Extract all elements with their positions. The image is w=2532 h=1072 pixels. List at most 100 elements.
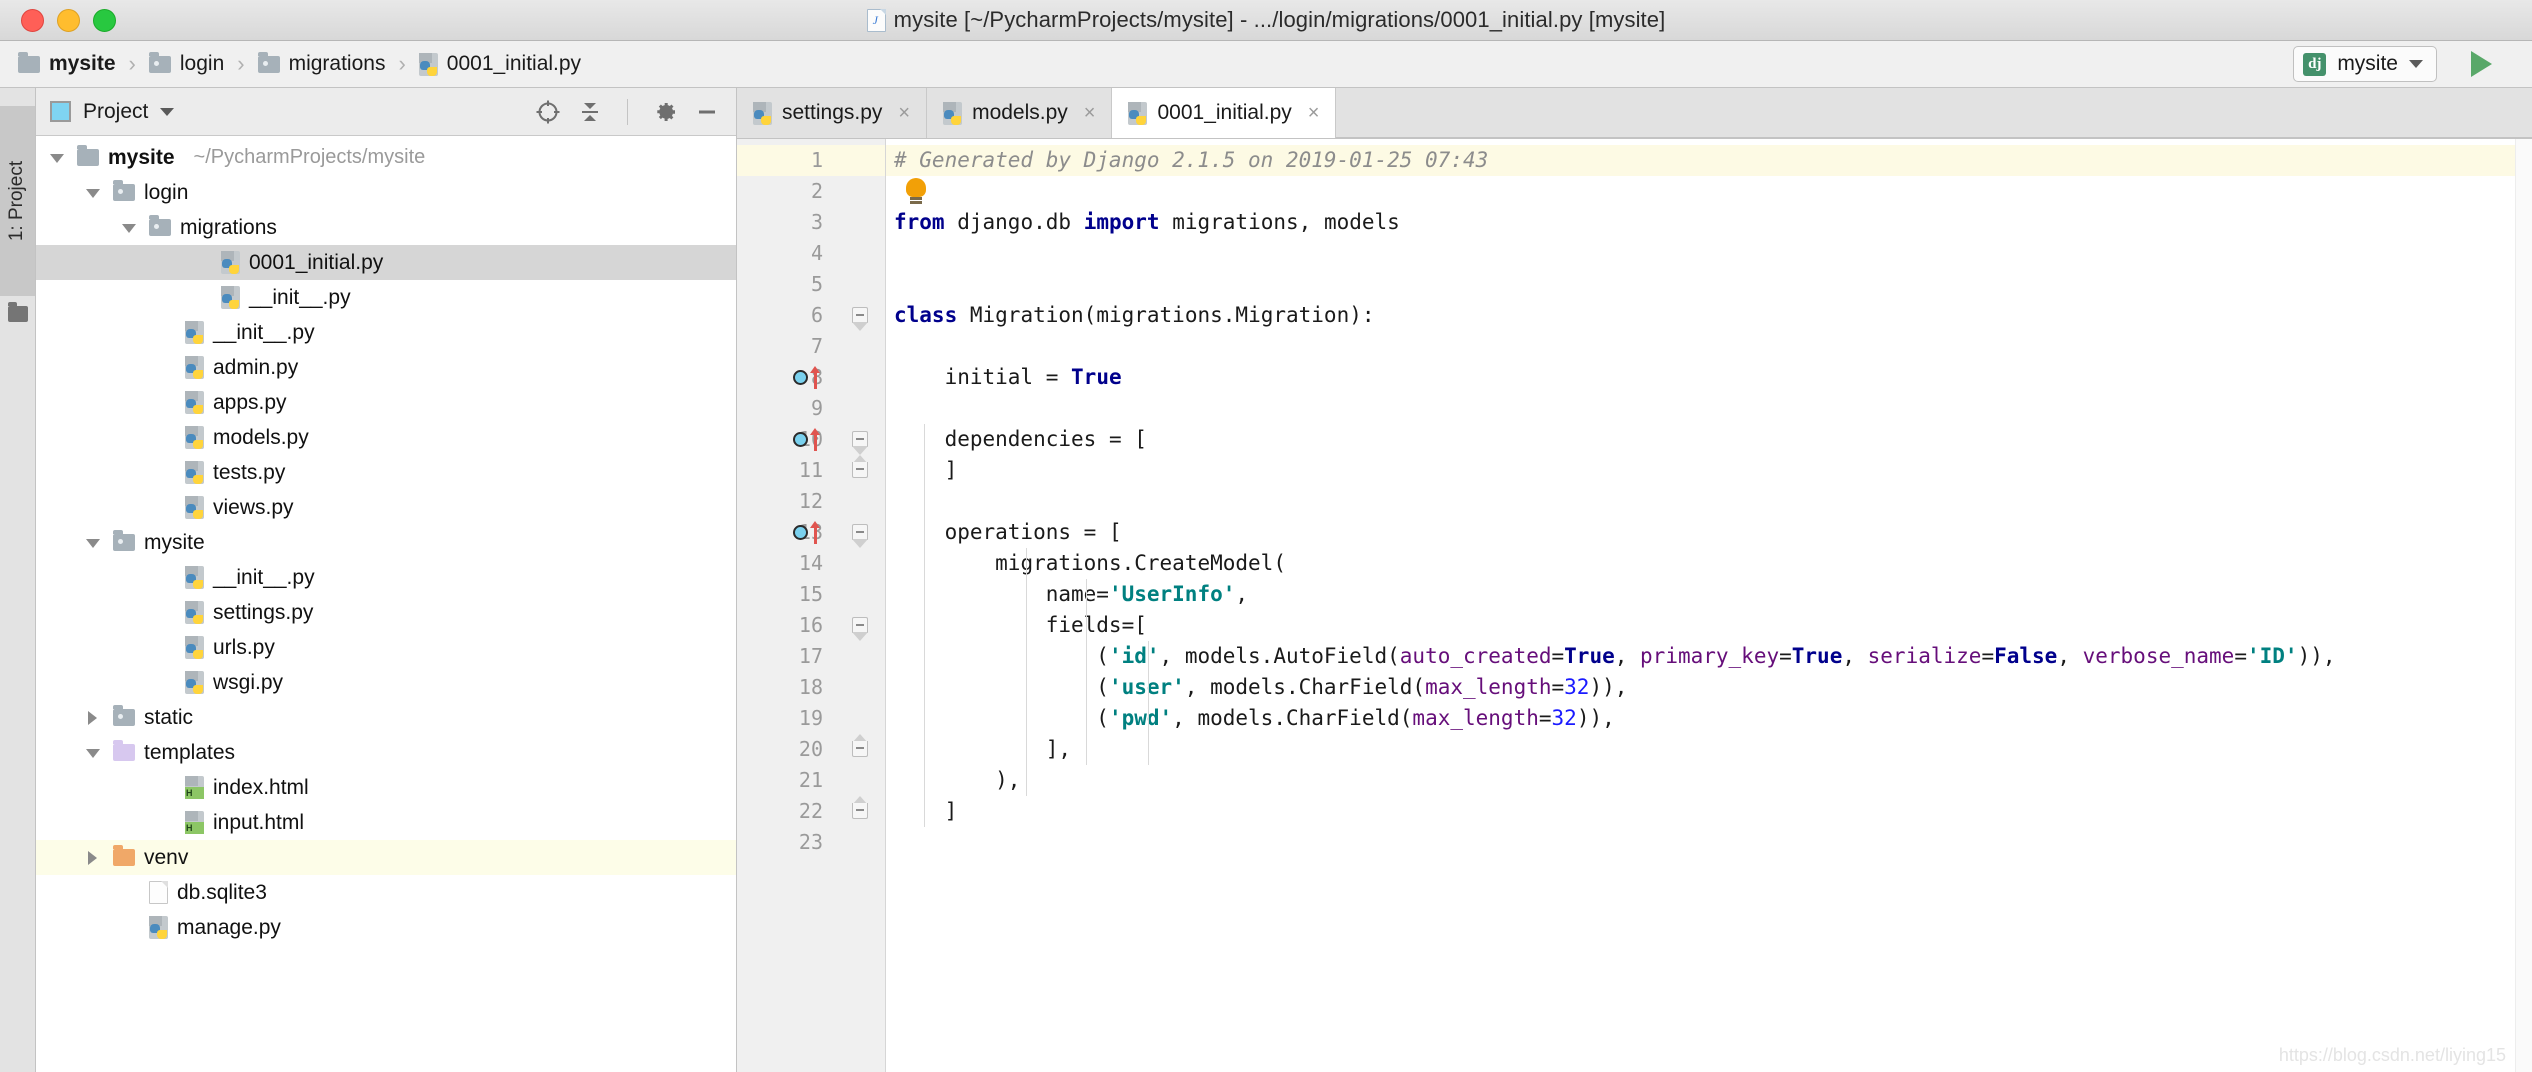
chevron-down-icon[interactable] — [118, 217, 140, 239]
run-play-icon[interactable] — [2471, 51, 2492, 77]
close-window-button[interactable] — [21, 8, 44, 32]
gutter-marker-line-10[interactable] — [793, 424, 833, 455]
tree-row-0001-initial-py[interactable]: 0001_initial.py — [36, 245, 736, 280]
code-line-16[interactable]: fields=[ — [886, 610, 2532, 641]
code-fold-end-icon-line-22[interactable] — [852, 796, 869, 827]
code-line-13[interactable]: operations = [ — [886, 517, 2532, 548]
close-icon[interactable]: × — [1308, 102, 1320, 125]
tree-row--init-py[interactable]: __init__.py — [36, 280, 736, 315]
code-line-8[interactable]: initial = True — [886, 362, 2532, 393]
code-fold-end-icon-line-11[interactable] — [852, 455, 869, 486]
editor-tab-bar[interactable]: settings.py × models.py × 0001_initial.py × — [737, 88, 2532, 139]
code-line-1[interactable]: # Generated by Django 2.1.5 on 2019-01-2… — [886, 145, 2532, 176]
lightbulb-icon[interactable] — [906, 178, 926, 204]
gutter-marker-line-13[interactable] — [793, 517, 833, 548]
breadcrumb-item-mysite[interactable]: mysite — [18, 51, 116, 76]
chevron-right-icon[interactable] — [82, 847, 104, 869]
tree-row-input-html[interactable]: Hinput.html — [36, 805, 736, 840]
editor-tab-0001-initial-py[interactable]: 0001_initial.py × — [1112, 88, 1337, 138]
close-icon[interactable]: × — [1084, 102, 1096, 125]
breadcrumb-item-file[interactable]: 0001_initial.py — [418, 52, 581, 76]
tree-row-login[interactable]: login — [36, 175, 736, 210]
code-editor[interactable]: 1234567891011121314151617181920212223 # … — [737, 139, 2532, 1072]
editor-tab-models-py[interactable]: models.py × — [927, 88, 1113, 138]
minimize-window-button[interactable] — [57, 8, 80, 32]
tree-row-venv[interactable]: venv — [36, 840, 736, 875]
chevron-down-icon[interactable] — [2409, 60, 2423, 68]
code-fold-start-icon-line-16[interactable] — [852, 610, 869, 641]
tree-row-templates[interactable]: templates — [36, 735, 736, 770]
tree-row-settings-py[interactable]: settings.py — [36, 595, 736, 630]
tree-row-tests-py[interactable]: tests.py — [36, 455, 736, 490]
override-arrow-icon[interactable] — [810, 428, 821, 451]
tree-row-wsgi-py[interactable]: wsgi.py — [36, 665, 736, 700]
code-line-10[interactable]: dependencies = [ — [886, 424, 2532, 455]
code-line-9[interactable] — [886, 393, 2532, 424]
editor-tab-settings-py[interactable]: settings.py × — [737, 88, 928, 138]
vertical-scrollbar[interactable] — [2515, 139, 2532, 1072]
code-fold-start-icon-line-13[interactable] — [852, 517, 869, 548]
code-line-22[interactable]: ] — [886, 796, 2532, 827]
close-icon[interactable]: × — [898, 102, 910, 125]
breadcrumb-item-login[interactable]: login — [148, 51, 224, 76]
fold-gutter[interactable] — [837, 139, 886, 1072]
folder-icon[interactable] — [8, 302, 28, 322]
gutter-marker-line-8[interactable] — [793, 362, 833, 393]
chevron-down-icon[interactable] — [82, 532, 104, 554]
code-line-2[interactable] — [886, 176, 2532, 207]
code-line-7[interactable] — [886, 331, 2532, 362]
code-line-6[interactable]: class Migration(migrations.Migration): — [886, 300, 2532, 331]
tree-row-views-py[interactable]: views.py — [36, 490, 736, 525]
run-configuration-selector[interactable]: dj mysite — [2293, 46, 2437, 82]
chevron-down-icon[interactable] — [160, 107, 175, 116]
gear-icon[interactable] — [650, 97, 680, 127]
code-line-14[interactable]: migrations.CreateModel( — [886, 548, 2532, 579]
code-line-4[interactable] — [886, 238, 2532, 269]
code-fold-start-icon-line-6[interactable] — [852, 300, 869, 331]
tree-row-db-sqlite3[interactable]: db.sqlite3 — [36, 875, 736, 910]
code-line-11[interactable]: ] — [886, 455, 2532, 486]
tree-row-urls-py[interactable]: urls.py — [36, 630, 736, 665]
window-controls[interactable] — [21, 8, 116, 32]
tree-row-manage-py[interactable]: manage.py — [36, 910, 736, 945]
editor-gutter[interactable]: 1234567891011121314151617181920212223 — [737, 139, 837, 1072]
code-line-3[interactable]: from django.db import migrations, models — [886, 207, 2532, 238]
tree-row-models-py[interactable]: models.py — [36, 420, 736, 455]
tree-row-index-html[interactable]: Hindex.html — [36, 770, 736, 805]
class-field-marker-icon[interactable] — [793, 370, 808, 385]
tool-window-button-project[interactable]: 1: Project — [0, 106, 35, 296]
code-line-21[interactable]: ), — [886, 765, 2532, 796]
tree-row-static[interactable]: static — [36, 700, 736, 735]
tree-row-apps-py[interactable]: apps.py — [36, 385, 736, 420]
breadcrumb-item-migrations[interactable]: migrations — [257, 51, 385, 76]
chevron-down-icon[interactable] — [46, 147, 68, 169]
chevron-down-icon[interactable] — [82, 182, 104, 204]
tree-row--init-py[interactable]: __init__.py — [36, 315, 736, 350]
code-line-15[interactable]: name='UserInfo', — [886, 579, 2532, 610]
tree-row--init-py[interactable]: __init__.py — [36, 560, 736, 595]
code-line-20[interactable]: ], — [886, 734, 2532, 765]
project-file-tree[interactable]: mysite ~/PycharmProjects/mysite login migra… — [36, 136, 736, 1072]
class-field-marker-icon[interactable] — [793, 432, 808, 447]
code-line-17[interactable]: ('id', models.AutoField(auto_created=Tru… — [886, 641, 2532, 672]
chevron-right-icon[interactable] — [82, 707, 104, 729]
chevron-down-icon[interactable] — [82, 742, 104, 764]
code-line-5[interactable] — [886, 269, 2532, 300]
collapse-all-icon[interactable] — [575, 97, 605, 127]
code-fold-start-icon-line-10[interactable] — [852, 424, 869, 455]
locate-target-icon[interactable] — [533, 97, 563, 127]
code-content[interactable]: # Generated by Django 2.1.5 on 2019-01-2… — [886, 139, 2532, 1072]
zoom-window-button[interactable] — [93, 8, 116, 32]
code-line-18[interactable]: ('user', models.CharField(max_length=32)… — [886, 672, 2532, 703]
code-fold-end-icon-line-20[interactable] — [852, 734, 869, 765]
class-field-marker-icon[interactable] — [793, 525, 808, 540]
tree-row-mysite[interactable]: mysite ~/PycharmProjects/mysite — [36, 140, 736, 175]
tree-row-migrations[interactable]: migrations — [36, 210, 736, 245]
code-line-23[interactable] — [886, 827, 2532, 858]
override-arrow-icon[interactable] — [810, 521, 821, 544]
code-line-19[interactable]: ('pwd', models.CharField(max_length=32))… — [886, 703, 2532, 734]
hide-panel-icon[interactable] — [692, 97, 722, 127]
code-line-12[interactable] — [886, 486, 2532, 517]
tree-row-mysite[interactable]: mysite — [36, 525, 736, 560]
override-arrow-icon[interactable] — [810, 366, 821, 389]
